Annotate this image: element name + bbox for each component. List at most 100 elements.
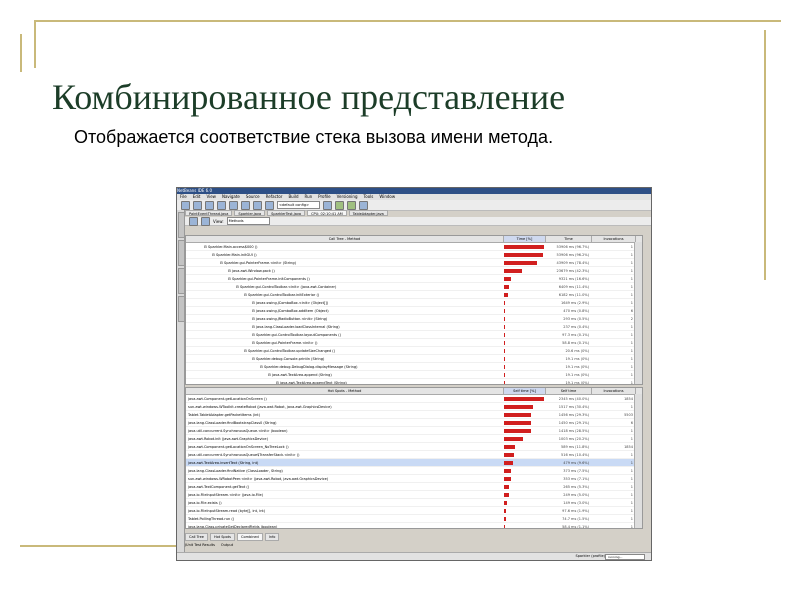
view-tab[interactable]: Info bbox=[264, 533, 280, 541]
view-select[interactable]: Methods bbox=[226, 217, 270, 225]
table-row[interactable]: ⊟ java.awt.TextArea.append (String) 19.1 … bbox=[186, 371, 642, 379]
view-tab[interactable]: Call Tree bbox=[185, 533, 208, 541]
table-row[interactable]: ⊟ Sparkler.gui.PainterFrame.initComponen… bbox=[186, 275, 642, 283]
profile-icon[interactable] bbox=[359, 200, 368, 210]
table-row[interactable]: Tablet.TabletAdapter.getPacketItems (int… bbox=[186, 411, 642, 419]
time-value: 58.4 ms (1.1%) bbox=[562, 524, 589, 529]
editor-tabs: PaintEventThread.java Sparkler.java Spar… bbox=[185, 210, 651, 216]
editor-tab[interactable]: TableAdapter.java bbox=[348, 210, 388, 216]
status-text: Sparkler (profile) bbox=[575, 554, 605, 558]
col-self-time[interactable]: Self time bbox=[546, 388, 592, 394]
time-value: 1456 ms (29.3%) bbox=[558, 412, 589, 417]
time-bar bbox=[504, 444, 516, 449]
col-call-tree[interactable]: Call Tree - Method bbox=[186, 236, 504, 242]
table-row[interactable]: ⊟ Sparkler.debug.DebugDialog.displayMess… bbox=[186, 363, 642, 371]
table-row[interactable]: java.lang.ClassLoader.findNative (ClassL… bbox=[186, 467, 642, 475]
table-row[interactable]: ⊟ Sparkler.gui.PainterFrame.<init> () 58.… bbox=[186, 339, 642, 347]
time-bar-cell bbox=[504, 300, 546, 305]
sidebar-tab[interactable] bbox=[178, 212, 185, 238]
build-icon[interactable] bbox=[323, 200, 332, 210]
editor-tab[interactable]: PaintEventThread.java bbox=[185, 210, 233, 216]
time-value: 470 ms (0.8%) bbox=[563, 308, 589, 313]
refresh-icon[interactable] bbox=[189, 216, 198, 226]
redo-icon[interactable] bbox=[229, 200, 238, 210]
copy-icon[interactable] bbox=[253, 200, 262, 210]
time-bar bbox=[504, 396, 544, 401]
table-row[interactable]: java.io.FileInputStream.<init> (java.io.… bbox=[186, 491, 642, 499]
save-icon[interactable] bbox=[205, 200, 214, 210]
invocations-value: 5503 bbox=[624, 412, 633, 417]
table-row[interactable]: java.awt.TextArea.insertText (String, in… bbox=[186, 459, 642, 467]
invocations-value: 2 bbox=[630, 316, 633, 321]
undo-icon[interactable] bbox=[217, 200, 226, 210]
col-self-time-percent[interactable]: Self time [%] bbox=[504, 388, 546, 394]
sidebar-tab[interactable] bbox=[178, 296, 185, 322]
call-tree-scrollbar[interactable] bbox=[634, 242, 642, 384]
editor-tab[interactable]: Sparkler.java bbox=[234, 210, 266, 216]
table-row[interactable]: ⊟ javax.swing.JComboBox.addItem (Object)… bbox=[186, 307, 642, 315]
table-row[interactable]: ⊟ Sparkler.gui.PainterFrame.<init> (Stri… bbox=[186, 259, 642, 267]
table-row[interactable]: sun.awt.windows.WToolkit.createRobot (ja… bbox=[186, 403, 642, 411]
hot-spots-scrollbar[interactable] bbox=[634, 394, 642, 528]
table-row[interactable]: java.lang.ClassLoader.findBootstrapClass… bbox=[186, 419, 642, 427]
table-row[interactable]: ⊟ Sparkler.Main.initGUI () 53906 ms (96.2… bbox=[186, 251, 642, 259]
col-time-percent[interactable]: Time [%] bbox=[504, 236, 546, 242]
time-bar bbox=[504, 300, 505, 305]
method-name: java.lang.ClassLoader.findBootstrapClass… bbox=[188, 420, 277, 425]
table-row[interactable]: ⊟ java.awt.TextArea.appendText (String) 1… bbox=[186, 379, 642, 384]
table-row[interactable]: java.io.File.exists () 149 ms (3.0%) 1 bbox=[186, 499, 642, 507]
time-value: 149 ms (3.0%) bbox=[563, 500, 589, 505]
run-icon[interactable] bbox=[335, 200, 344, 210]
ide-screenshot: NetBeans IDE 6.0 File Edit View Navigate… bbox=[176, 187, 652, 561]
table-row[interactable]: ⊟ java.awt.Window.pack () 23679 ms (42.3%… bbox=[186, 267, 642, 275]
table-row[interactable]: java.awt.Component.getLocationOnScreen_N… bbox=[186, 443, 642, 451]
table-row[interactable]: ⊟ Sparkler.gui.ControlToolbar.updateSize… bbox=[186, 347, 642, 355]
view-tab[interactable]: Hot Spots bbox=[209, 533, 235, 541]
table-row[interactable]: ⊟ Sparkler.gui.ControlToolbar.initExteri… bbox=[186, 291, 642, 299]
col-hot-invocations[interactable]: Invocations bbox=[592, 388, 636, 394]
invocations-value: 1 bbox=[630, 372, 633, 377]
table-row[interactable]: java.util.concurrent.SynchronousQueue$Tr… bbox=[186, 451, 642, 459]
time-bar-cell bbox=[504, 348, 546, 353]
table-row[interactable]: ⊟ Sparkler.Main.access$000 () 53906 ms (9… bbox=[186, 243, 642, 251]
table-row[interactable]: ⊟ Sparkler.debug.Console.println (String… bbox=[186, 355, 642, 363]
time-bar-cell bbox=[504, 308, 546, 313]
open-icon[interactable] bbox=[193, 200, 202, 210]
debug-icon[interactable] bbox=[347, 200, 356, 210]
col-hot-spots[interactable]: Hot Spots - Method bbox=[186, 388, 504, 394]
method-name: sun.awt.windows.WToolkit.createRobot (ja… bbox=[188, 404, 332, 409]
view-tab[interactable]: Combined bbox=[237, 533, 263, 541]
table-row[interactable]: java.awt.TextComponent.getText () 265 ms … bbox=[186, 483, 642, 491]
cut-icon[interactable] bbox=[241, 200, 250, 210]
status-progress: running... bbox=[605, 554, 645, 560]
time-bar bbox=[504, 492, 509, 497]
editor-tab[interactable]: SparklerTest.java bbox=[267, 210, 306, 216]
sidebar-tab[interactable] bbox=[178, 240, 185, 266]
output-tab[interactable]: Output bbox=[221, 543, 233, 547]
col-invocations[interactable]: Invocations bbox=[592, 236, 636, 242]
table-row[interactable]: ⊟ javax.swing.JRadioButton.<init> (Strin… bbox=[186, 315, 642, 323]
table-row[interactable]: ⊟ Sparkler.gui.ControlToolbar.layoutComp… bbox=[186, 331, 642, 339]
editor-tab[interactable]: CPU: 02:10:41 AM bbox=[307, 210, 347, 216]
new-file-icon[interactable] bbox=[181, 200, 190, 210]
table-row[interactable]: sun.awt.windows.WRobotPeer.<init> (java.… bbox=[186, 475, 642, 483]
table-row[interactable]: java.lang.Class.privateGetDeclaredFields… bbox=[186, 523, 642, 529]
method-name: java.awt.Component.getLocationOnScreen (… bbox=[188, 396, 267, 401]
invocations-value: 1 bbox=[630, 300, 633, 305]
table-row[interactable]: java.util.concurrent.SynchronousQueue.<i… bbox=[186, 427, 642, 435]
table-row[interactable]: java.awt.Robot.init (java.awt.GraphicsDe… bbox=[186, 435, 642, 443]
col-time[interactable]: Time bbox=[546, 236, 592, 242]
config-select[interactable]: <default config> bbox=[277, 201, 320, 209]
time-bar-cell bbox=[504, 452, 546, 457]
table-row[interactable]: java.awt.Component.getLocationOnScreen (… bbox=[186, 395, 642, 403]
table-row[interactable]: ⊟ Sparkler.gui.ControlToolbar.<init> (ja… bbox=[186, 283, 642, 291]
table-row[interactable]: Tablet.PollingThread.run () 74.7 ms (1.5%… bbox=[186, 515, 642, 523]
table-row[interactable]: ⊟ java.lang.ClassLoader.loadClassInterna… bbox=[186, 323, 642, 331]
sidebar-tab[interactable] bbox=[178, 268, 185, 294]
time-bar bbox=[504, 380, 505, 384]
output-tab[interactable]: JUnit Test Results bbox=[185, 543, 215, 547]
export-icon[interactable] bbox=[201, 216, 210, 226]
table-row[interactable]: java.io.FileInputStream.read (byte[], in… bbox=[186, 507, 642, 515]
paste-icon[interactable] bbox=[265, 200, 274, 210]
table-row[interactable]: ⊟ javax.swing.JComboBox.<init> (Object[]… bbox=[186, 299, 642, 307]
